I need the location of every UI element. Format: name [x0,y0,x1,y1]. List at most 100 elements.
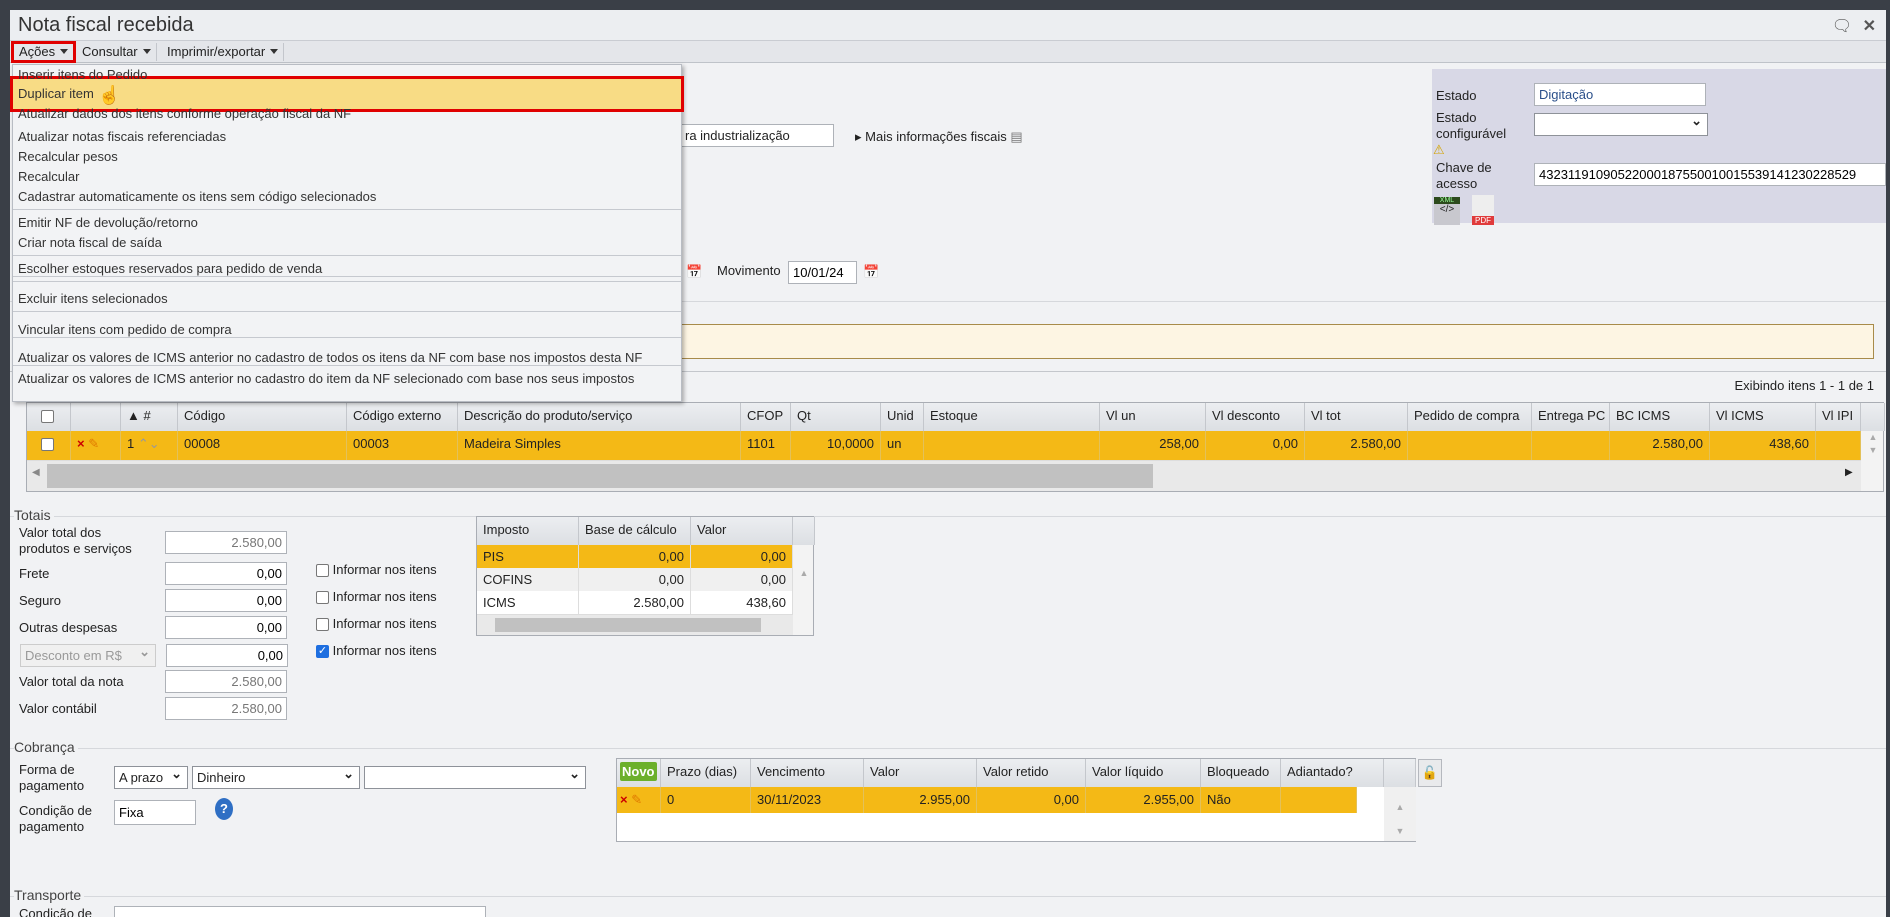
select-all-checkbox[interactable] [41,410,54,424]
scroll-left-icon[interactable]: ◀ [32,467,40,478]
column-header[interactable]: Qt [791,403,881,431]
column-header[interactable]: Valor [864,759,977,787]
checkbox[interactable] [316,618,329,632]
edit-pencil-icon[interactable]: ✎ [88,436,99,451]
menu-item[interactable]: Duplicar item [18,84,94,104]
condicao-pagamento-input[interactable] [114,800,196,825]
column-header[interactable]: Vl desconto [1206,403,1305,431]
imprimir-exportar-menu-button[interactable]: Imprimir/exportar [162,43,285,61]
menu-item[interactable]: Recalcular pesos [18,147,118,167]
extra-pagamento-select[interactable] [364,763,586,789]
column-header[interactable]: Pedido de compra [1408,403,1532,431]
chave-acesso-input[interactable] [1534,163,1886,186]
column-header[interactable]: Estoque [924,403,1100,431]
column-header[interactable]: CFOP [741,403,791,431]
column-header[interactable]: Valor líquido [1086,759,1201,787]
outras-despesas-input[interactable] [165,616,287,639]
horizontal-scrollbar[interactable]: ▶ ◀ [27,460,1861,491]
help-icon[interactable]: ? [215,798,233,820]
column-header[interactable] [71,403,121,431]
impostos-row[interactable]: ICMS 2.580,00 438,60 [477,591,793,614]
column-header[interactable]: Adiantado? [1281,759,1384,787]
column-header[interactable]: Base de cálculo [579,517,691,545]
unlock-icon[interactable]: 🔓 [1418,759,1442,787]
menu-item[interactable]: Cadastrar automaticamente os itens sem c… [18,187,376,207]
meio-pagamento-select[interactable]: Dinheiro [192,763,360,789]
valor-nota-input[interactable] [165,670,287,693]
mais-informacoes-fiscais-link[interactable]: ▸ Mais informações fiscais ▤ [855,129,1023,145]
menu-item[interactable]: Excluir itens selecionados [18,289,168,309]
menu-item[interactable]: Atualizar os valores de ICMS anterior no… [18,369,634,389]
column-header[interactable]: Valor retido [977,759,1086,787]
column-header[interactable]: BC ICMS [1610,403,1710,431]
checkbox[interactable]: ✓ [316,645,329,659]
column-header[interactable]: Imposto [477,517,579,545]
checkbox[interactable] [316,591,329,605]
column-header[interactable]: Vl ICMS [1710,403,1816,431]
estado-configuravel-select[interactable] [1534,110,1708,136]
menu-item[interactable]: Criar nota fiscal de saída [18,233,162,253]
column-header[interactable]: Código [178,403,347,431]
seguro-input[interactable] [165,589,287,612]
menu-item[interactable]: Recalcular [18,167,79,187]
informar-nos-itens-checkbox[interactable]: Informar nos itens [316,589,437,605]
desconto-input[interactable] [166,644,288,667]
checkbox[interactable] [316,564,329,578]
column-header[interactable]: Vencimento [751,759,864,787]
valor-produtos-input[interactable] [165,531,287,554]
column-header[interactable]: Descrição do produto/serviço [458,403,741,431]
edit-pencil-icon[interactable]: ✎ [631,792,642,807]
column-header[interactable]: Valor [691,517,793,545]
valor-contabil-input[interactable] [165,697,287,720]
operacao-fiscal-input[interactable]: ra industrialização [681,124,834,147]
frete-input[interactable] [165,562,287,585]
column-header[interactable]: Bloqueado [1201,759,1281,787]
column-header[interactable]: Prazo (dias) [661,759,751,787]
calendar-icon[interactable]: 📅 [863,264,879,280]
column-header[interactable]: Código externo [347,403,458,431]
close-icon[interactable]: ✕ [1863,18,1876,35]
chat-icon[interactable]: 🗨 [1832,18,1852,35]
column-header[interactable]: ▲ # [121,403,178,431]
informar-nos-itens-checkbox[interactable]: Informar nos itens [316,562,437,578]
calendar-icon[interactable]: 📅 [686,264,702,280]
column-header[interactable] [27,403,71,431]
xml-download-icon[interactable]: XML </> [1434,197,1460,225]
column-header[interactable]: Vl IPI [1816,403,1861,431]
parcela-row[interactable]: × ✎ 0 30/11/2023 2.955,00 0,00 2.955,00 Não [617,787,1357,813]
novo-button[interactable]: Novo [620,762,657,781]
pdf-download-icon[interactable]: PDF [1472,195,1494,225]
column-header[interactable]: Vl tot [1305,403,1408,431]
movimento-date-input[interactable] [788,261,857,284]
vertical-scrollbar[interactable]: ▲ ▼ [1861,431,1885,460]
column-header[interactable]: Entrega PC [1532,403,1610,431]
menu-item[interactable]: Atualizar dados dos itens conforme opera… [18,104,351,124]
forma-pagamento-select[interactable]: A prazo [114,763,188,789]
vertical-scrollbar[interactable]: ▲ [793,545,815,614]
informar-nos-itens-checkbox[interactable]: ✓ Informar nos itens [316,643,437,659]
delete-icon[interactable]: × [77,436,85,451]
acoes-menu-button[interactable]: Ações [11,41,77,63]
impostos-row[interactable]: PIS 0,00 0,00 [477,545,793,568]
desconto-type-select[interactable]: Desconto em R$ [20,641,156,667]
transporte-condicao-input[interactable] [114,906,486,917]
row-checkbox[interactable] [41,438,54,452]
estado-input[interactable] [1534,83,1706,106]
vertical-scrollbar[interactable]: ▲ ▼ [1384,787,1416,841]
menu-item[interactable]: Atualizar notas fiscais referenciadas [18,127,226,147]
delete-icon[interactable]: × [620,792,628,807]
scrollbar-thumb[interactable] [495,618,761,632]
menu-item[interactable]: Inserir itens do Pedido [18,65,147,85]
move-up-icon[interactable]: ⌃ [138,436,149,451]
move-down-icon[interactable]: ⌄ [149,436,160,451]
scroll-right-icon[interactable]: ▶ [1845,467,1853,478]
menu-item[interactable]: Emitir NF de devolução/retorno [18,213,198,233]
consultar-menu-button[interactable]: Consultar [77,43,157,61]
column-header[interactable]: Vl un [1100,403,1206,431]
horizontal-scrollbar[interactable] [477,614,793,635]
table-row[interactable]: × ✎ 1 ⌃⌄ 00008 00003 Madeira Simples 1101 10,0… [27,431,1861,460]
scrollbar-thumb[interactable] [47,464,1153,488]
column-header[interactable]: Unid [881,403,924,431]
informar-nos-itens-checkbox[interactable]: Informar nos itens [316,616,437,632]
impostos-row[interactable]: COFINS 0,00 0,00 [477,568,793,591]
